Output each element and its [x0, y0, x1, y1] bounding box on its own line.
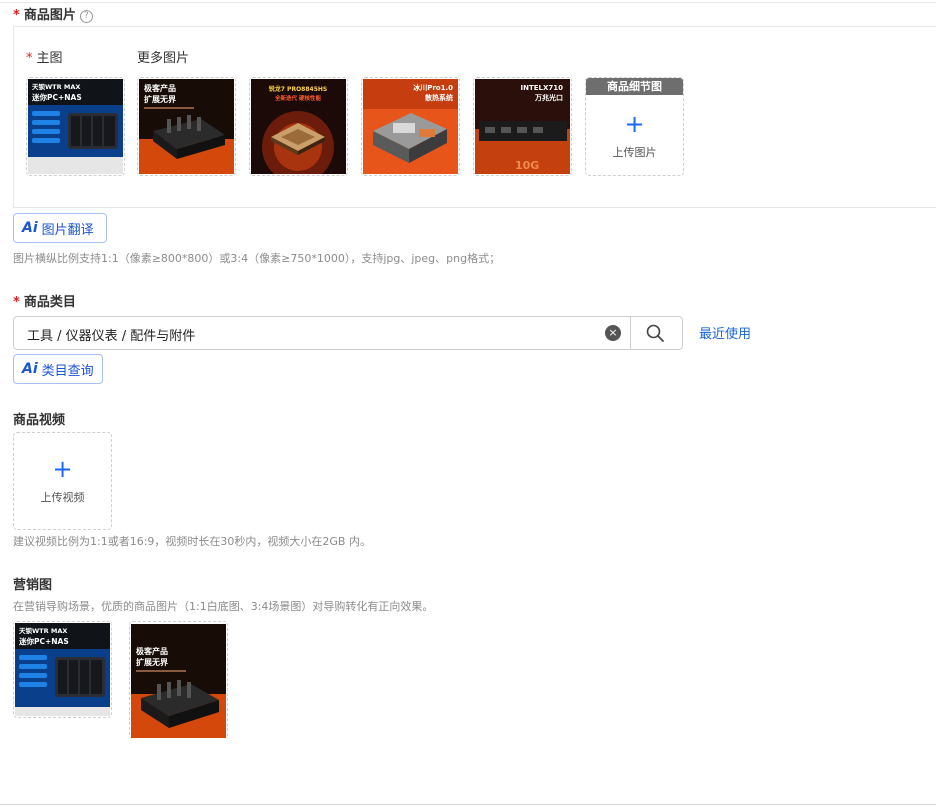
svg-text:极客产品: 极客产品 [136, 646, 168, 656]
svg-text:全新迭代 硬核性能: 全新迭代 硬核性能 [274, 94, 321, 102]
more-images-label: 更多图片 [137, 51, 190, 66]
svg-text:极客产品: 极客产品 [144, 83, 176, 93]
video-hint: 建议视频比例为1:1或者16:9，视频时长在30秒内，视频大小在2GB 内。 [13, 535, 371, 548]
marketing-label: 营销图 [13, 578, 53, 593]
svg-text:散热系统: 散热系统 [425, 93, 453, 102]
main-image-thumb[interactable]: 天钡WTR MAX 迷你PC+NAS [26, 77, 125, 176]
required-mark: * [13, 295, 20, 310]
upload-video-text: 上传视频 [40, 491, 85, 504]
product-image-cpu: 锐龙7 PRO8845HS 全新迭代 硬核性能 [251, 79, 346, 174]
svg-text:天钡WTR MAX: 天钡WTR MAX [19, 626, 67, 635]
main-image-label: * 主图 [26, 51, 63, 66]
product-image-network: INTELX710 万兆光口 10G [475, 79, 570, 174]
product-image-expansion: 极客产品 扩展无界 [139, 79, 234, 174]
svg-text:INTELX710: INTELX710 [521, 84, 564, 92]
help-icon[interactable]: ? [79, 10, 93, 23]
svg-text:天钡WTR MAX: 天钡WTR MAX [32, 82, 80, 91]
detail-image-header: 商品细节图 [586, 78, 683, 95]
category-select[interactable]: 工具 / 仪器仪表 / 配件与附件 × [13, 316, 683, 350]
bottom-divider [0, 804, 936, 805]
product-image-nas-blue: 天钡WTR MAX 迷你PC+NAS [28, 79, 123, 174]
divider [630, 317, 631, 349]
upload-image-text: 上传图片 [612, 145, 657, 159]
svg-text:冰川Pro1.0: 冰川Pro1.0 [413, 83, 453, 92]
clear-icon[interactable]: × [605, 325, 621, 341]
video-label: 商品视频 [13, 413, 66, 428]
marketing-image-square[interactable]: 天钡WTR MAX 迷你PC+NAS [13, 621, 112, 718]
svg-text:10G: 10G [515, 159, 539, 172]
image-translate-button[interactable]: Ai 图片翻译 [13, 213, 107, 243]
ai-icon: Ai [22, 361, 38, 377]
top-divider [0, 2, 936, 3]
required-mark: * [13, 8, 20, 23]
category-label: * 商品类目 [13, 295, 76, 310]
svg-text:扩展无界: 扩展无界 [136, 657, 169, 667]
image-format-hint: 图片横纵比例支持1:1（像素≥800*800）或3:4（像素≥750*1000）… [13, 252, 501, 265]
video-upload[interactable]: + 上传视频 [13, 432, 112, 530]
marketing-hint: 在营销导购场景，优质的商品图片（1:1白底图、3:4场景图）对导购转化有正向效果… [13, 600, 434, 613]
product-image-cooling: 冰川Pro1.0 散热系统 [363, 79, 458, 174]
marketing-image-portrait[interactable]: 极客产品 扩展无界 [129, 621, 228, 739]
detail-image-upload[interactable]: 商品细节图 + 上传图片 [585, 77, 684, 176]
recent-used-link[interactable]: 最近使用 [699, 323, 751, 342]
svg-text:迷你PC+NAS: 迷你PC+NAS [18, 636, 69, 646]
more-image-thumb[interactable]: 锐龙7 PRO8845HS 全新迭代 硬核性能 [249, 77, 348, 176]
more-image-thumb[interactable]: 极客产品 扩展无界 [137, 77, 236, 176]
more-image-thumb[interactable]: INTELX710 万兆光口 10G [473, 77, 572, 176]
ai-icon: Ai [22, 220, 38, 236]
marketing-image-expansion: 极客产品 扩展无界 [131, 623, 226, 738]
search-icon[interactable] [645, 323, 665, 343]
marketing-image-nas: 天钡WTR MAX 迷你PC+NAS [15, 623, 110, 716]
required-mark: * [26, 51, 33, 66]
more-image-thumb[interactable]: 冰川Pro1.0 散热系统 [361, 77, 460, 176]
svg-text:万兆光口: 万兆光口 [534, 93, 563, 102]
category-value: 工具 / 仪器仪表 / 配件与附件 [27, 329, 196, 344]
plus-icon: + [52, 455, 73, 483]
category-query-button[interactable]: Ai 类目查询 [13, 354, 103, 384]
svg-text:扩展无界: 扩展无界 [144, 94, 177, 104]
plus-icon: + [624, 109, 645, 138]
product-images-label: * 商品图片? [13, 4, 93, 23]
svg-text:迷你PC+NAS: 迷你PC+NAS [31, 92, 82, 102]
svg-text:锐龙7 PRO8845HS: 锐龙7 PRO8845HS [269, 85, 327, 93]
